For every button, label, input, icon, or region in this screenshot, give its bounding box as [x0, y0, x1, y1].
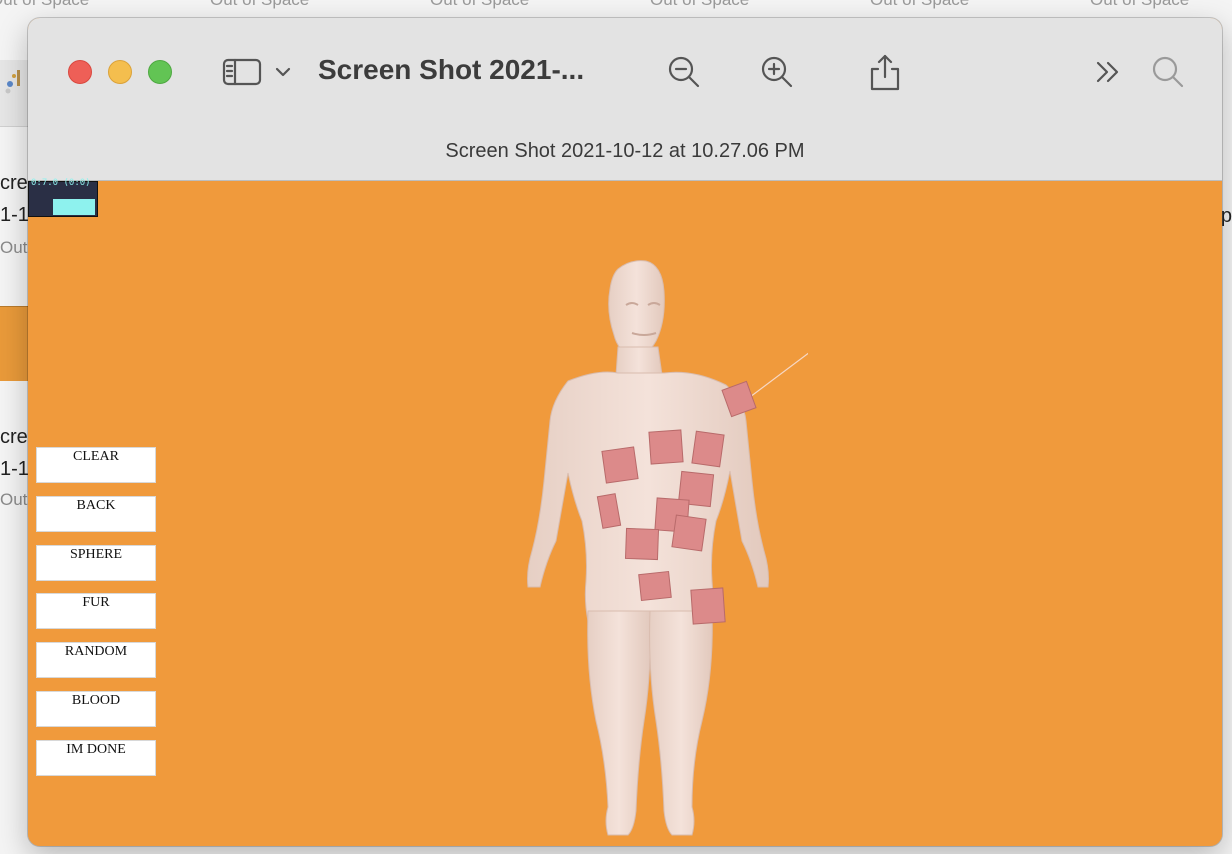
background-label: Out of Space [0, 0, 89, 10]
sphere-button[interactable]: SPHERE [36, 545, 156, 581]
stats-panel: 0:7.0 (0:0) [28, 178, 98, 217]
background-file-name: cre [0, 426, 28, 448]
background-label: Out of Space [1090, 0, 1189, 10]
window-title: Screen Shot 2021-... [318, 54, 585, 85]
stats-bar [53, 199, 95, 215]
zoom-in-icon[interactable] [757, 52, 797, 92]
zoom-out-icon[interactable] [664, 52, 704, 92]
fur-button[interactable]: FUR [36, 593, 156, 629]
window-subtitle: Screen Shot 2021-10-12 at 10.27.06 PM [445, 140, 805, 162]
fullscreen-button[interactable] [148, 60, 172, 84]
search-icon[interactable] [1148, 52, 1188, 92]
background-file-status: Out [0, 490, 28, 509]
screenshot-content: 0:7.0 (0:0) CLEAR BACK SPHERE FUR RANDOM… [28, 178, 1222, 846]
preview-window: Screen Shot 2021-... Screen Shot 2021-10… [28, 18, 1222, 846]
back-button[interactable]: BACK [36, 496, 156, 532]
background-file-name: 1-1 [0, 204, 29, 226]
close-button[interactable] [68, 60, 92, 84]
sidebar-icon[interactable] [222, 52, 262, 92]
blood-button[interactable]: BLOOD [36, 691, 156, 727]
minimize-button[interactable] [108, 60, 132, 84]
needle-line [749, 352, 808, 398]
background-label: Out of Space [210, 0, 309, 10]
random-button[interactable]: RANDOM [36, 642, 156, 678]
background-file-status: Out [0, 238, 28, 257]
human-model[interactable] [468, 251, 808, 846]
more-chevrons-icon[interactable] [1088, 52, 1128, 92]
background-thumbnail [0, 306, 28, 381]
clear-button[interactable]: CLEAR [36, 447, 156, 483]
background-labels-row: Out of Space Out of Space Out of Space O… [0, 0, 1232, 10]
im-done-button[interactable]: IM DONE [36, 740, 156, 776]
share-icon[interactable] [865, 52, 905, 92]
background-fragment: p [1220, 205, 1232, 227]
window-titlebar[interactable]: Screen Shot 2021-... Screen Shot 2021-10… [28, 18, 1222, 181]
background-file-name: cre [0, 172, 28, 194]
background-label: Out of Space [870, 0, 969, 10]
background-label: Out of Space [650, 0, 749, 10]
background-label: Out of Space [430, 0, 529, 10]
paint-app-icon [5, 70, 20, 94]
chevron-down-icon[interactable] [264, 52, 302, 92]
background-file-name: 1-1 [0, 458, 29, 480]
stats-text: 0:7.0 (0:0) [31, 178, 91, 188]
